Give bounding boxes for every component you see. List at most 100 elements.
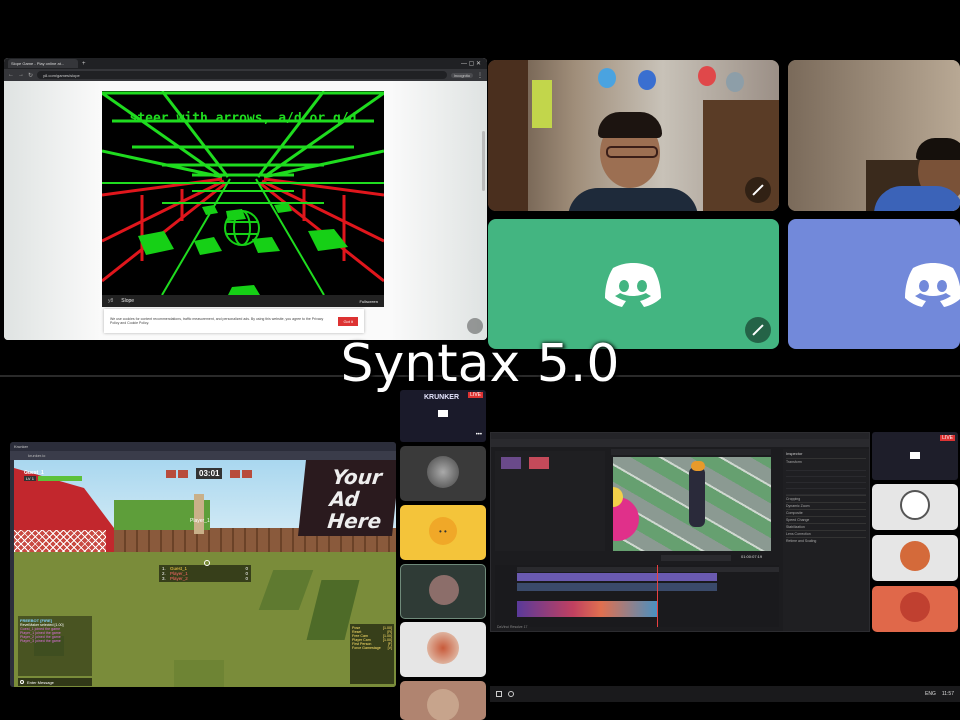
floating-name: Player_1	[190, 518, 210, 524]
chat-input[interactable]: Enter Message	[18, 678, 92, 686]
camera-icon	[910, 452, 920, 459]
participant-tile-5[interactable]	[400, 681, 486, 720]
menu-icon[interactable]: ⋮	[477, 72, 483, 79]
preview-character	[689, 467, 705, 527]
game-footer-brand: Slope	[121, 298, 135, 304]
timecode: 01:00:07:19	[741, 554, 763, 559]
more-icon[interactable]: •••	[476, 432, 482, 438]
cookie-accept-button[interactable]: Got it	[338, 316, 358, 326]
settings-panel: Pose [1.00] Reset [R] Free Cam [1.00] Playe…	[350, 624, 394, 684]
person-hair	[916, 138, 960, 160]
video-preview[interactable]	[613, 457, 771, 551]
browser-tabbar: Slope Game - Play online at... + — ▢ ✕	[4, 58, 487, 69]
participant-tile-right-1[interactable]	[872, 484, 958, 530]
inspector-section[interactable]: Retime and Scaling	[786, 537, 866, 544]
ceiling-balloons	[598, 66, 748, 96]
stream-preview-right[interactable]: LIVE	[872, 432, 958, 480]
poster	[532, 80, 552, 128]
y8-logo-icon: y8	[108, 298, 114, 304]
timeline[interactable]	[495, 565, 779, 627]
video-tile-boy-2[interactable]	[788, 60, 960, 211]
inspector-section[interactable]: Composite	[786, 509, 866, 516]
forward-icon[interactable]: →	[18, 72, 24, 78]
krunker-urlbar: krunker.io	[10, 451, 396, 460]
participant-avatar	[427, 689, 459, 720]
room-door	[488, 60, 528, 211]
participant-avatar	[900, 490, 930, 520]
window-controls[interactable]: — ▢ ✕	[461, 60, 487, 67]
grass-tile	[174, 660, 224, 687]
inspector-section[interactable]: Stabilization	[786, 523, 866, 530]
team-icons-right	[230, 470, 252, 478]
participant-avatar	[900, 592, 930, 622]
chat-placeholder: Enter Message	[27, 679, 54, 685]
participant-avatar	[427, 632, 459, 664]
fullscreen-circle-icon[interactable]	[467, 318, 483, 334]
editor-window: 01:00:07:19 Inspector Transform Cropping…	[490, 432, 870, 632]
person-shirt	[874, 186, 960, 211]
inspector-section[interactable]: Transform	[786, 458, 866, 465]
media-clip-thumb[interactable]	[529, 457, 549, 469]
discord-avatar-tile-blurple[interactable]	[788, 219, 960, 349]
browser-toolbar: ← → ↻ y8.com/games/slope Incognito ⋮	[4, 69, 487, 81]
participant-tile-4[interactable]	[400, 622, 486, 677]
krunker-viewport[interactable]: Your Ad Here Guest_1 LV 1 03:01 Player_1…	[14, 460, 396, 687]
chat-icon	[20, 680, 24, 684]
game-canvas[interactable]: steer with arrows, a/d or q/d	[102, 91, 384, 295]
windows-start-icon[interactable]	[496, 691, 502, 697]
inspector-section[interactable]: Dynamic Zoom	[786, 502, 866, 509]
taskbar: ENG 11:57	[490, 686, 960, 702]
back-icon[interactable]: ←	[8, 72, 14, 78]
participant-tile-right-3[interactable]	[872, 586, 958, 632]
profile-label[interactable]: Incognito	[450, 72, 473, 78]
media-clip-thumb[interactable]	[501, 457, 521, 469]
scoreboard: 1. Guest_1 0 2. Player_1 0 3. Player_2 0	[159, 565, 251, 582]
search-icon[interactable]	[508, 691, 514, 697]
clip-track[interactable]	[517, 601, 657, 617]
url-text: y8.com/games/slope	[43, 72, 80, 78]
playhead[interactable]	[657, 565, 658, 627]
lang-label: ENG	[925, 691, 936, 697]
clock-tower	[194, 494, 204, 534]
tab-title: Slope Game - Play online at...	[11, 61, 65, 66]
player-card: Guest_1 LV 1	[24, 470, 94, 486]
participant-tile-2[interactable]: • •	[400, 505, 486, 560]
inspector-section[interactable]: Lens Correction	[786, 530, 866, 537]
browser-window: Slope Game - Play online at... + — ▢ ✕ ←…	[4, 58, 487, 340]
live-badge: LIVE	[940, 435, 955, 441]
reload-icon[interactable]: ↻	[28, 72, 33, 79]
page-scrollbar[interactable]	[482, 131, 485, 191]
cookie-banner: We use cookies for content recommendatio…	[104, 309, 364, 333]
video-track-bar	[517, 573, 717, 581]
crosshair-icon	[204, 560, 210, 566]
participant-avatar	[900, 541, 930, 571]
participant-tile-3[interactable]	[400, 564, 486, 619]
person-glasses	[606, 146, 658, 158]
stream-preview-left[interactable]: KRUNKER LIVE •••	[400, 390, 486, 442]
person-hair	[598, 112, 662, 138]
krunker-url[interactable]: krunker.io	[28, 453, 45, 458]
team-icons-left	[166, 470, 188, 478]
match-timer: 03:01	[196, 468, 223, 479]
preview-character-hair	[691, 461, 705, 471]
game-footer-right[interactable]: Fullscreen	[360, 299, 378, 304]
chat-panel: FREEBOT [FIRE] RevelMaker selected [1.00…	[18, 616, 92, 676]
krunker-tab[interactable]: Krunker	[14, 444, 28, 449]
discord-logo-icon	[605, 263, 661, 307]
mute-indicator-icon	[745, 177, 771, 203]
participant-avatar	[427, 456, 459, 488]
stream-preview-brand: KRUNKER	[424, 394, 459, 401]
participant-tile-right-2[interactable]	[872, 535, 958, 581]
url-bar[interactable]: y8.com/games/slope	[37, 71, 447, 79]
score-row: 3. Player_2 0	[162, 576, 248, 581]
inspector-section[interactable]: Cropping	[786, 495, 866, 502]
viewer-header	[611, 449, 771, 455]
krunker-tabbar: Krunker	[10, 442, 396, 451]
video-tile-boy-1[interactable]	[488, 60, 779, 211]
transport-controls[interactable]	[661, 555, 731, 561]
new-tab-icon[interactable]: +	[82, 61, 86, 67]
browser-tab[interactable]: Slope Game - Play online at...	[8, 59, 78, 68]
discord-avatar-tile-green[interactable]	[488, 219, 779, 349]
inspector-section[interactable]: Speed Change	[786, 516, 866, 523]
participant-tile-1[interactable]	[400, 446, 486, 501]
